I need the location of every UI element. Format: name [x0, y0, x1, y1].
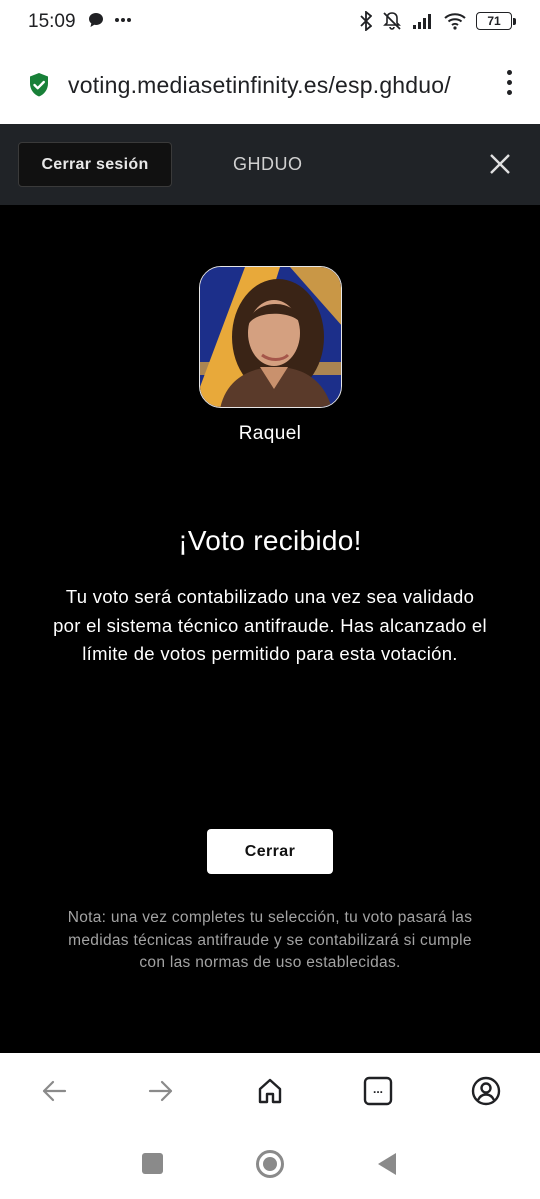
candidate-photo — [200, 267, 341, 407]
home-circle-icon[interactable] — [256, 1150, 284, 1178]
status-right-icons: 71 — [360, 11, 516, 31]
confirmation-message: Tu voto será contabilizado una vez sea v… — [53, 586, 487, 664]
forward-arrow-icon[interactable] — [145, 1075, 177, 1107]
main-content: Raquel ¡Voto recibido! Tu voto será cont… — [0, 205, 540, 1053]
bluetooth-icon — [360, 11, 372, 31]
browser-bottom-nav: ... — [0, 1053, 540, 1135]
candidate-avatar — [199, 266, 342, 408]
battery-level: 71 — [487, 14, 501, 28]
tabs-label: ... — [372, 1082, 383, 1096]
status-bar: 15:09 71 — [0, 0, 540, 46]
confirmation-title: ¡Voto recibido! — [178, 525, 362, 556]
address-bar[interactable]: voting.mediasetinfinity.es/esp.ghduo/ — [0, 46, 540, 124]
tabs-icon[interactable]: ... — [362, 1075, 394, 1107]
status-left-icons — [88, 12, 132, 28]
home-icon[interactable] — [254, 1075, 286, 1107]
battery-icon: 71 — [476, 12, 516, 30]
logout-button[interactable]: Cerrar sesión — [18, 142, 172, 187]
url-text[interactable]: voting.mediasetinfinity.es/esp.ghduo/ — [68, 72, 468, 99]
back-arrow-icon[interactable] — [38, 1075, 70, 1107]
recents-icon[interactable] — [142, 1153, 163, 1174]
system-nav-bar — [0, 1135, 540, 1199]
account-icon[interactable] — [470, 1075, 502, 1107]
wifi-icon — [444, 13, 466, 30]
app-header: Cerrar sesión GHDUO — [0, 124, 540, 205]
shield-check-icon[interactable] — [28, 72, 50, 98]
back-triangle-icon[interactable] — [376, 1152, 398, 1176]
header-title: GHDUO — [233, 154, 303, 174]
signal-icon — [413, 14, 431, 29]
more-horiz-icon — [115, 18, 131, 22]
close-button[interactable]: Cerrar — [207, 829, 333, 874]
antifraud-note: Nota: una vez completes tu selección, tu… — [67, 909, 473, 971]
chat-bubble-icon — [89, 13, 103, 27]
more-vert-icon[interactable] — [507, 70, 512, 95]
status-time: 15:09 — [28, 11, 76, 32]
candidate-name: Raquel — [238, 423, 302, 444]
mute-icon — [383, 12, 401, 30]
close-icon[interactable] — [488, 152, 512, 176]
